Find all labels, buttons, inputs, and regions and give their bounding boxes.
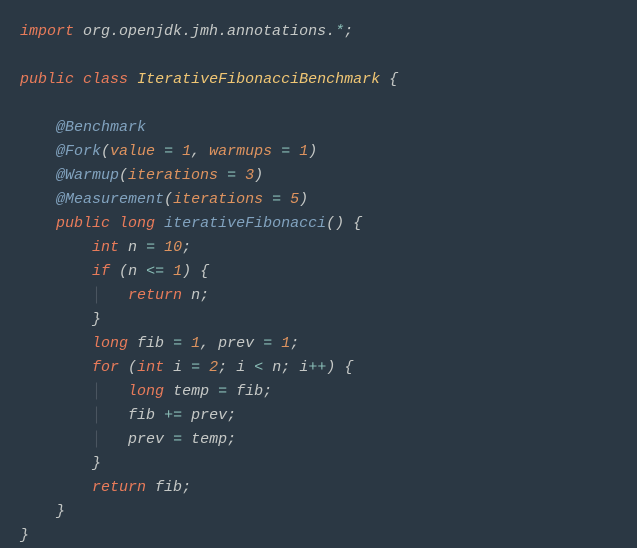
keyword-public: public <box>20 71 74 88</box>
annotation-fork: @Fork <box>56 143 101 160</box>
type-int: int <box>92 239 119 256</box>
package-path: org.openjdk.jmh.annotations. <box>83 23 335 40</box>
param-warmups: warmups <box>209 143 272 160</box>
code-block: import org.openjdk.jmh.annotations.*; pu… <box>20 20 617 548</box>
var-i: i <box>173 359 182 376</box>
wildcard: * <box>335 23 344 40</box>
var-fib: fib <box>137 335 164 352</box>
annotation-measurement: @Measurement <box>56 191 164 208</box>
type-long: long <box>119 215 155 232</box>
keyword-import: import <box>20 23 74 40</box>
keyword-if: if <box>92 263 110 280</box>
method-name: iterativeFibonacci <box>164 215 326 232</box>
var-n: n <box>128 239 137 256</box>
var-temp: temp <box>173 383 209 400</box>
class-name: IterativeFibonacciBenchmark <box>137 71 380 88</box>
annotation-benchmark: @Benchmark <box>56 119 146 136</box>
var-prev: prev <box>218 335 254 352</box>
param-value: value <box>110 143 155 160</box>
keyword-return: return <box>128 287 182 304</box>
param-iterations: iterations <box>128 167 218 184</box>
keyword-for: for <box>92 359 119 376</box>
keyword-class: class <box>83 71 128 88</box>
annotation-warmup: @Warmup <box>56 167 119 184</box>
